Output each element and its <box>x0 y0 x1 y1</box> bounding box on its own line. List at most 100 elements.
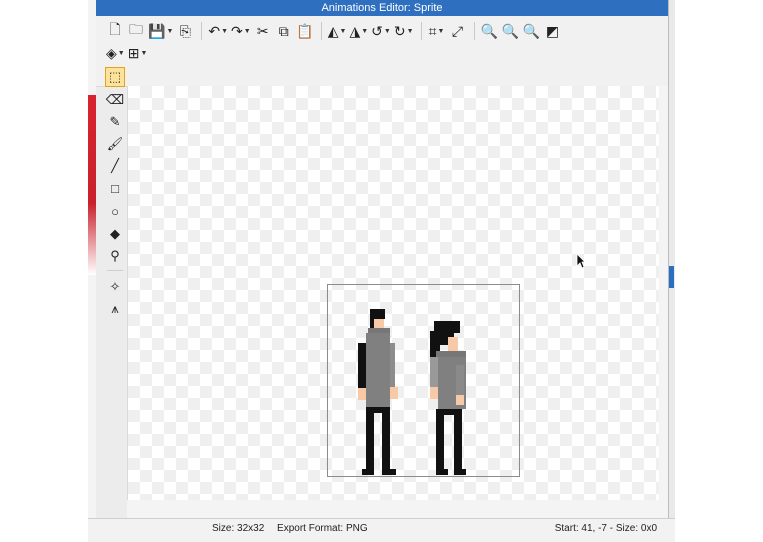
background-right-strip <box>668 0 675 520</box>
vertex-icon: ⩚ <box>111 301 119 316</box>
toolbar-separator <box>473 22 475 40</box>
chevron-down-icon: ▼ <box>117 49 125 57</box>
grid-button[interactable]: ⊞ ▼ <box>128 43 148 63</box>
flip-vertical-button[interactable]: ◮ ▼ <box>349 21 368 41</box>
crop-icon: ⌗ <box>428 22 437 39</box>
zoom-out-icon: 🔍 <box>501 22 520 39</box>
zoom-in-button[interactable]: 🔍 <box>481 21 499 41</box>
cut-icon: ✂ <box>256 22 269 39</box>
sprite-frame <box>327 284 520 477</box>
status-size: Size: 32x32 <box>212 523 265 534</box>
toolbar-row-secondary: ◈ ▼ ⊞ ▼ <box>106 42 150 64</box>
rotate-left-icon: ↺ <box>371 22 383 39</box>
toolbar: 🗋 🗀 💾 ▼ ⎘ ↶ ▼ ↷ ▼ ✂ ⧉ 📋 ◭ ▼ ◮ ▼ ↺ ▼ ↻ ▼ ⌗ ▼ ⤢ 🔍 🔍 🔍 ◩ ◈ ▼ ⊞ ▼ <box>96 16 668 87</box>
cut-button[interactable]: ✂ <box>254 21 272 41</box>
zoom-in-icon: 🔍 <box>480 22 499 39</box>
chevron-down-icon: ▼ <box>339 27 347 35</box>
grid-icon: ⊞ <box>127 44 140 61</box>
toolbar-separator <box>201 22 203 40</box>
open-folder-button[interactable]: 🗀 <box>127 21 145 41</box>
female-figure <box>430 321 466 475</box>
window-title: Animations Editor: Sprite <box>96 0 668 16</box>
color-toggle-button[interactable]: ◩ <box>544 21 562 41</box>
color-toggle-icon: ◩ <box>545 22 560 39</box>
rotate-left-button[interactable]: ↺ ▼ <box>371 21 391 41</box>
sprite-canvas[interactable] <box>127 86 660 500</box>
layers-button[interactable]: ◈ ▼ <box>106 43 125 63</box>
paste-button[interactable]: 📋 <box>296 21 314 41</box>
copy-icon: ⧉ <box>278 22 289 39</box>
save-icon: 💾 <box>148 22 166 39</box>
flip-horizontal-icon: ◭ <box>327 22 339 39</box>
chevron-down-icon: ▼ <box>406 27 414 35</box>
pencil-icon: ✎ <box>109 114 121 129</box>
animations-editor-window: Animations Editor: Sprite 🗋 🗀 💾 ▼ ⎘ ↶ ▼ ↷ ▼ ✂ ⧉ 📋 ◭ ▼… <box>96 0 669 518</box>
undo-button[interactable]: ↶ ▼ <box>208 21 228 41</box>
crop-button[interactable]: ⌗ ▼ <box>428 21 446 41</box>
status-left: Size: 32x32 Export Format: PNG <box>212 523 378 534</box>
flip-vertical-icon: ◮ <box>349 22 361 39</box>
rectangle-tool[interactable]: □ <box>105 178 125 198</box>
toolbar-separator <box>420 22 422 40</box>
resize-icon: ⤢ <box>451 22 464 39</box>
zoom-out-button[interactable]: 🔍 <box>502 21 520 41</box>
male-figure <box>358 309 398 475</box>
redo-button[interactable]: ↷ ▼ <box>231 21 251 41</box>
canvas-horizontal-scroll-area[interactable] <box>127 500 668 518</box>
chevron-down-icon: ▼ <box>361 27 369 35</box>
status-bar: Size: 32x32 Export Format: PNG Start: 41… <box>88 518 675 542</box>
rectangle-icon: □ <box>111 180 119 196</box>
export-icon: ⎘ <box>179 22 191 39</box>
zoom-fit-button[interactable]: 🔍 <box>523 21 541 41</box>
paste-icon: 📋 <box>296 22 314 39</box>
layers-icon: ◈ <box>106 44 117 61</box>
toolbar-separator <box>320 22 322 40</box>
point-icon: ✧ <box>109 279 121 294</box>
new-file-icon: 🗋 <box>109 21 121 37</box>
eraser-icon: ⌫ <box>105 92 125 107</box>
chevron-down-icon: ▼ <box>221 27 229 35</box>
undo-icon: ↶ <box>208 22 221 39</box>
tool-palette: ⬚ ⌫ ✎ 🖌 ╱ □ ○ ◆ ⚲ ✧ ⩚ <box>102 65 128 495</box>
resize-button[interactable]: ⤢ <box>449 21 467 41</box>
open-folder-icon: 🗀 <box>129 21 143 37</box>
save-button[interactable]: 💾 ▼ <box>148 21 173 41</box>
chevron-down-icon: ▼ <box>140 49 148 57</box>
eyedropper-tool[interactable]: ⚲ <box>105 246 125 266</box>
chevron-down-icon: ▼ <box>383 27 391 35</box>
vertex-tool[interactable]: ⩚ <box>105 299 125 319</box>
background-red-panel <box>88 95 96 275</box>
brush-tool[interactable]: 🖌 <box>105 134 125 154</box>
line-tool[interactable]: ╱ <box>105 156 125 176</box>
fill-bucket-icon: ◆ <box>110 226 120 241</box>
rotate-right-button[interactable]: ↻ ▼ <box>394 21 414 41</box>
ellipse-icon: ○ <box>111 203 119 219</box>
ellipse-tool[interactable]: ○ <box>105 201 125 221</box>
select-rectangle-tool[interactable]: ⬚ <box>105 67 125 87</box>
redo-icon: ↷ <box>231 22 243 39</box>
eraser-tool[interactable]: ⌫ <box>105 90 125 110</box>
export-button[interactable]: ⎘ <box>176 21 194 41</box>
eyedropper-icon: ⚲ <box>110 248 120 263</box>
mouse-pointer-icon <box>576 253 586 274</box>
flip-horizontal-button[interactable]: ◭ ▼ <box>328 21 347 41</box>
tool-separator <box>107 270 123 271</box>
new-file-button[interactable]: 🗋 <box>106 21 124 41</box>
select-rectangle-icon: ⬚ <box>108 69 122 84</box>
chevron-down-icon: ▼ <box>437 27 445 35</box>
status-export-format: Export Format: PNG <box>277 523 368 534</box>
canvas-vertical-scroll-area[interactable] <box>659 86 668 500</box>
chevron-down-icon: ▼ <box>243 27 251 35</box>
chevron-down-icon: ▼ <box>166 27 174 35</box>
point-tool[interactable]: ✧ <box>105 277 125 297</box>
line-icon: ╱ <box>111 158 119 173</box>
zoom-fit-icon: 🔍 <box>522 22 541 39</box>
pencil-tool[interactable]: ✎ <box>105 112 125 132</box>
rotate-right-icon: ↻ <box>393 22 406 39</box>
brush-icon: 🖌 <box>106 136 124 151</box>
copy-button[interactable]: ⧉ <box>275 21 293 41</box>
sprite-pixel-art <box>358 309 466 475</box>
toolbar-row-main: 🗋 🗀 💾 ▼ ⎘ ↶ ▼ ↷ ▼ ✂ ⧉ 📋 ◭ ▼ ◮ ▼ ↺ ▼ ↻ ▼ ⌗ ▼ ⤢ 🔍 🔍 🔍 ◩ <box>106 20 565 42</box>
fill-bucket-tool[interactable]: ◆ <box>105 224 125 244</box>
status-cursor-info: Start: 41, -7 - Size: 0x0 <box>554 523 657 534</box>
